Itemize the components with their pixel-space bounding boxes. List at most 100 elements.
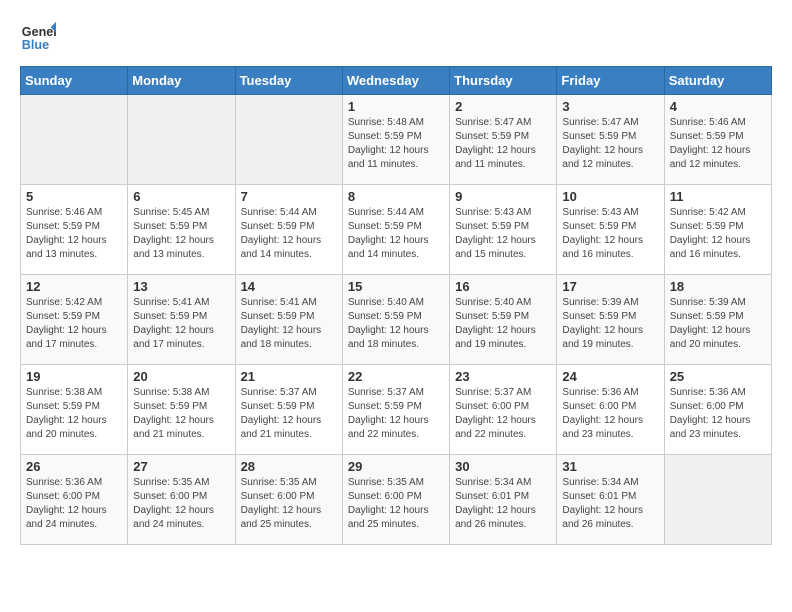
day-number: 6 [133,189,229,204]
day-number: 1 [348,99,444,114]
day-info: Sunrise: 5:48 AM Sunset: 5:59 PM Dayligh… [348,116,444,172]
calendar-cell: 27 Sunrise: 5:35 AM Sunset: 6:00 PM Dayli… [128,455,235,545]
calendar-cell: 28 Sunrise: 5:35 AM Sunset: 6:00 PM Dayli… [235,455,342,545]
calendar-cell: 30Sunrise: 5:34 AM Sunset: 6:01 PM Dayli… [450,455,557,545]
calendar-cell: 25 Sunrise: 5:36 AM Sunset: 6:00 PM Dayli… [664,365,771,455]
day-number: 11 [670,189,766,204]
calendar-cell: 12Sunrise: 5:42 AM Sunset: 5:59 PM Dayli… [21,275,128,365]
day-info: Sunrise: 5:44 AM Sunset: 5:59 PM Dayligh… [241,206,337,262]
calendar-week-5: 26 Sunrise: 5:36 AM Sunset: 6:00 PM Dayli… [21,455,772,545]
calendar-cell: 26 Sunrise: 5:36 AM Sunset: 6:00 PM Dayli… [21,455,128,545]
calendar-cell [128,95,235,185]
day-number: 28 [241,459,337,474]
day-number: 2 [455,99,551,114]
day-info: Sunrise: 5:42 AM Sunset: 5:59 PM Dayligh… [670,206,766,262]
day-info: Sunrise: 5:40 AM Sunset: 5:59 PM Dayligh… [455,296,551,352]
logo: General Blue [20,20,56,56]
day-number: 25 [670,369,766,384]
calendar-cell: 17 Sunrise: 5:39 AM Sunset: 5:59 PM Dayli… [557,275,664,365]
calendar-cell: 1 Sunrise: 5:48 AM Sunset: 5:59 PM Daylig… [342,95,449,185]
logo-icon: General Blue [20,20,56,56]
calendar-cell: 10Sunrise: 5:43 AM Sunset: 5:59 PM Dayli… [557,185,664,275]
calendar-cell: 31 Sunrise: 5:34 AM Sunset: 6:01 PM Dayli… [557,455,664,545]
day-info: Sunrise: 5:37 AM Sunset: 5:59 PM Dayligh… [241,386,337,442]
day-number: 16 [455,279,551,294]
day-info: Sunrise: 5:47 AM Sunset: 5:59 PM Dayligh… [562,116,658,172]
day-info: Sunrise: 5:47 AM Sunset: 5:59 PM Dayligh… [455,116,551,172]
day-number: 29 [348,459,444,474]
weekday-header-friday: Friday [557,67,664,95]
calendar-cell: 8 Sunrise: 5:44 AM Sunset: 5:59 PM Daylig… [342,185,449,275]
day-number: 15 [348,279,444,294]
page-header: General Blue [20,20,772,56]
calendar-week-2: 5 Sunrise: 5:46 AM Sunset: 5:59 PM Daylig… [21,185,772,275]
day-info: Sunrise: 5:44 AM Sunset: 5:59 PM Dayligh… [348,206,444,262]
weekday-header-saturday: Saturday [664,67,771,95]
svg-text:Blue: Blue [22,38,49,52]
calendar-cell: 16 Sunrise: 5:40 AM Sunset: 5:59 PM Dayli… [450,275,557,365]
day-number: 10 [562,189,658,204]
day-number: 13 [133,279,229,294]
day-number: 7 [241,189,337,204]
calendar-cell [21,95,128,185]
day-number: 8 [348,189,444,204]
day-number: 23 [455,369,551,384]
day-info: Sunrise: 5:46 AM Sunset: 5:59 PM Dayligh… [26,206,122,262]
calendar-cell: 3 Sunrise: 5:47 AM Sunset: 5:59 PM Daylig… [557,95,664,185]
day-number: 21 [241,369,337,384]
calendar-cell: 15 Sunrise: 5:40 AM Sunset: 5:59 PM Dayli… [342,275,449,365]
day-info: Sunrise: 5:36 AM Sunset: 6:00 PM Dayligh… [562,386,658,442]
day-info: Sunrise: 5:39 AM Sunset: 5:59 PM Dayligh… [562,296,658,352]
day-number: 19 [26,369,122,384]
calendar-week-3: 12Sunrise: 5:42 AM Sunset: 5:59 PM Dayli… [21,275,772,365]
calendar-cell: 21 Sunrise: 5:37 AM Sunset: 5:59 PM Dayli… [235,365,342,455]
day-number: 3 [562,99,658,114]
day-info: Sunrise: 5:34 AM Sunset: 6:01 PM Dayligh… [562,476,658,532]
day-info: Sunrise: 5:35 AM Sunset: 6:00 PM Dayligh… [133,476,229,532]
calendar-cell: 14 Sunrise: 5:41 AM Sunset: 5:59 PM Dayli… [235,275,342,365]
calendar-cell: 19 Sunrise: 5:38 AM Sunset: 5:59 PM Dayli… [21,365,128,455]
day-info: Sunrise: 5:35 AM Sunset: 6:00 PM Dayligh… [348,476,444,532]
day-number: 20 [133,369,229,384]
calendar-cell [664,455,771,545]
weekday-header-thursday: Thursday [450,67,557,95]
day-number: 30 [455,459,551,474]
day-number: 24 [562,369,658,384]
weekday-header-tuesday: Tuesday [235,67,342,95]
day-number: 5 [26,189,122,204]
day-number: 18 [670,279,766,294]
day-info: Sunrise: 5:35 AM Sunset: 6:00 PM Dayligh… [241,476,337,532]
calendar-cell: 29 Sunrise: 5:35 AM Sunset: 6:00 PM Dayli… [342,455,449,545]
day-info: Sunrise: 5:43 AM Sunset: 5:59 PM Dayligh… [455,206,551,262]
day-number: 27 [133,459,229,474]
calendar-week-1: 1 Sunrise: 5:48 AM Sunset: 5:59 PM Daylig… [21,95,772,185]
day-info: Sunrise: 5:38 AM Sunset: 5:59 PM Dayligh… [26,386,122,442]
day-info: Sunrise: 5:41 AM Sunset: 5:59 PM Dayligh… [241,296,337,352]
calendar-cell: 2 Sunrise: 5:47 AM Sunset: 5:59 PM Daylig… [450,95,557,185]
calendar-cell [235,95,342,185]
calendar-cell: 4Sunrise: 5:46 AM Sunset: 5:59 PM Daylig… [664,95,771,185]
calendar-cell: 23Sunrise: 5:37 AM Sunset: 6:00 PM Dayli… [450,365,557,455]
calendar-cell: 7 Sunrise: 5:44 AM Sunset: 5:59 PM Daylig… [235,185,342,275]
calendar-week-4: 19 Sunrise: 5:38 AM Sunset: 5:59 PM Dayli… [21,365,772,455]
calendar-cell: 22Sunrise: 5:37 AM Sunset: 5:59 PM Dayli… [342,365,449,455]
weekday-header-wednesday: Wednesday [342,67,449,95]
day-info: Sunrise: 5:40 AM Sunset: 5:59 PM Dayligh… [348,296,444,352]
day-info: Sunrise: 5:45 AM Sunset: 5:59 PM Dayligh… [133,206,229,262]
day-info: Sunrise: 5:36 AM Sunset: 6:00 PM Dayligh… [670,386,766,442]
day-info: Sunrise: 5:38 AM Sunset: 5:59 PM Dayligh… [133,386,229,442]
day-info: Sunrise: 5:39 AM Sunset: 5:59 PM Dayligh… [670,296,766,352]
day-number: 31 [562,459,658,474]
day-number: 14 [241,279,337,294]
weekday-header-sunday: Sunday [21,67,128,95]
calendar-cell: 11 Sunrise: 5:42 AM Sunset: 5:59 PM Dayli… [664,185,771,275]
day-number: 9 [455,189,551,204]
calendar-cell: 9 Sunrise: 5:43 AM Sunset: 5:59 PM Daylig… [450,185,557,275]
calendar-cell: 20 Sunrise: 5:38 AM Sunset: 5:59 PM Dayli… [128,365,235,455]
calendar-cell: 5 Sunrise: 5:46 AM Sunset: 5:59 PM Daylig… [21,185,128,275]
day-number: 26 [26,459,122,474]
day-number: 4 [670,99,766,114]
day-info: Sunrise: 5:37 AM Sunset: 5:59 PM Dayligh… [348,386,444,442]
day-number: 17 [562,279,658,294]
day-info: Sunrise: 5:36 AM Sunset: 6:00 PM Dayligh… [26,476,122,532]
